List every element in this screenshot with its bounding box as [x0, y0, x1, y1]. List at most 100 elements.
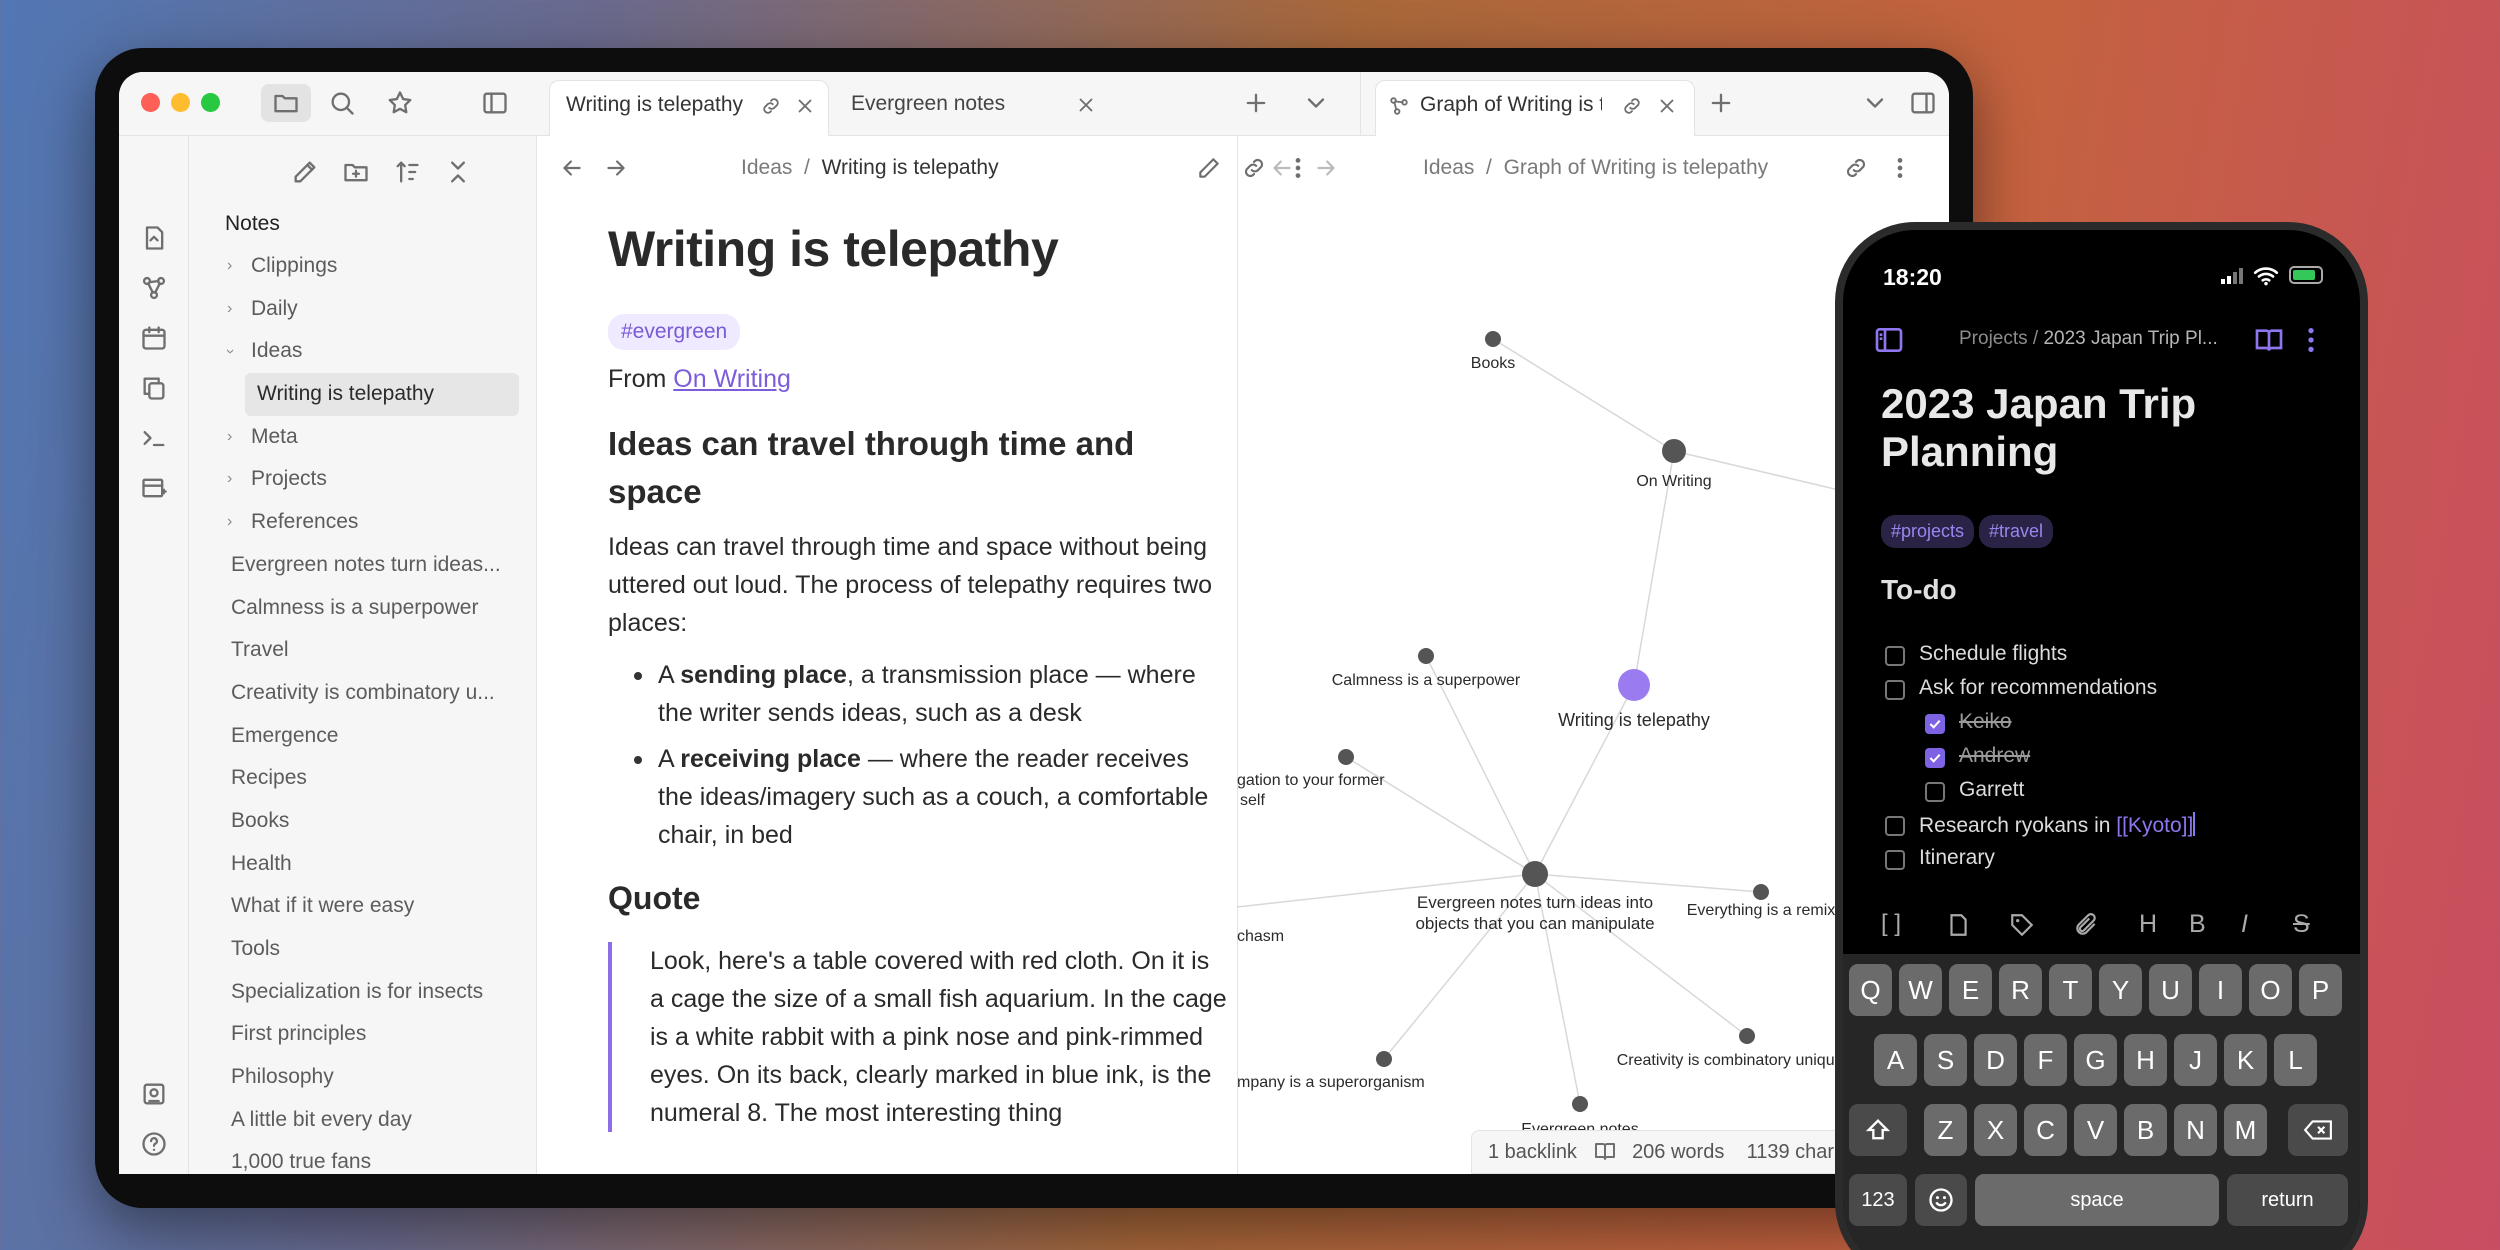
minimize-window-button[interactable] — [171, 93, 190, 112]
file-item[interactable]: First principles — [225, 1013, 530, 1056]
key[interactable]: Z — [1924, 1104, 1967, 1156]
reading-book-icon[interactable] — [1593, 1139, 1617, 1163]
kyoto-wikilink[interactable]: [[Kyoto]] — [2116, 814, 2193, 837]
graph-node[interactable] — [1739, 1028, 1755, 1044]
file-item[interactable]: What if it were easy — [225, 885, 530, 928]
file-item[interactable]: Recipes — [225, 757, 530, 800]
close-tab-icon[interactable] — [794, 95, 816, 117]
tab-list-chevron-icon[interactable] — [1861, 89, 1889, 117]
checkbox[interactable] — [1885, 646, 1905, 666]
key[interactable]: B — [2124, 1104, 2167, 1156]
key[interactable]: T — [2049, 964, 2092, 1016]
vault-name[interactable]: Notes — [225, 202, 530, 245]
todo-item-done[interactable]: Keiko — [1959, 710, 2012, 734]
back-arrow-icon[interactable] — [559, 155, 585, 181]
file-item[interactable]: Evergreen notes turn ideas... — [225, 544, 530, 587]
more-options-icon[interactable] — [2299, 324, 2323, 356]
projects-tag[interactable]: #projects — [1881, 515, 1975, 548]
key[interactable]: F — [2024, 1034, 2067, 1086]
link-icon[interactable] — [1241, 155, 1267, 181]
key[interactable]: N — [2174, 1104, 2217, 1156]
file-item[interactable]: Health — [225, 843, 530, 886]
note-title[interactable]: Writing is telepathy — [608, 214, 1228, 284]
note-editor[interactable]: Writing is telepathy #evergreen From On … — [608, 192, 1228, 1132]
shift-key[interactable] — [1849, 1104, 1907, 1156]
graph-node[interactable] — [1753, 884, 1769, 900]
key[interactable]: R — [1999, 964, 2042, 1016]
breadcrumb-folder[interactable]: Ideas — [741, 156, 792, 179]
canvas-icon[interactable] — [140, 474, 168, 502]
todo-item[interactable]: Itinerary — [1919, 846, 1995, 870]
folder-projects[interactable]: › Projects — [225, 458, 530, 501]
graph-node[interactable] — [1418, 648, 1434, 664]
file-item[interactable]: Calmness is a superpower — [225, 587, 530, 630]
key[interactable]: S — [1924, 1034, 1967, 1086]
folder-daily[interactable]: › Daily — [225, 288, 530, 331]
return-key[interactable]: return — [2227, 1174, 2348, 1226]
key[interactable]: I — [2199, 964, 2242, 1016]
todo-item[interactable]: Research ryokans in [[Kyoto]] — [1919, 812, 2196, 838]
numbers-key[interactable]: 123 — [1849, 1174, 1907, 1226]
link-icon[interactable] — [1843, 155, 1869, 181]
vault-switcher-icon[interactable] — [140, 1080, 168, 1108]
travel-tag[interactable]: #travel — [1979, 515, 2054, 548]
file-item[interactable]: Creativity is combinatory u... — [225, 672, 530, 715]
collapse-all-icon[interactable] — [444, 158, 472, 186]
todo-item[interactable]: Garrett — [1959, 778, 2024, 802]
graph-node-active[interactable] — [1618, 669, 1650, 701]
file-item[interactable]: Books — [225, 800, 530, 843]
key[interactable]: K — [2224, 1034, 2267, 1086]
right-sidebar-icon[interactable] — [1909, 89, 1937, 117]
forward-arrow-icon[interactable] — [603, 155, 629, 181]
bold-icon[interactable]: B — [2189, 910, 2206, 939]
new-note-icon[interactable] — [291, 158, 319, 186]
key[interactable]: D — [1974, 1034, 2017, 1086]
new-tab-icon[interactable] — [1242, 89, 1270, 117]
search-icon[interactable] — [328, 89, 356, 117]
folder-meta[interactable]: › Meta — [225, 416, 530, 459]
close-tab-icon[interactable] — [1656, 95, 1678, 117]
breadcrumb-folder[interactable]: Ideas — [1423, 156, 1474, 179]
key[interactable]: J — [2174, 1034, 2217, 1086]
breadcrumb-note[interactable]: Writing is telepathy — [822, 156, 999, 179]
calendar-icon[interactable] — [140, 324, 168, 352]
key[interactable]: E — [1949, 964, 1992, 1016]
graph-node[interactable] — [1662, 439, 1686, 463]
tab-list-chevron-icon[interactable] — [1302, 89, 1330, 117]
file-explorer-toggle[interactable] — [261, 84, 311, 122]
folder-clippings[interactable]: › Clippings — [225, 245, 530, 288]
key[interactable]: O — [2249, 964, 2292, 1016]
back-arrow-icon[interactable] — [1269, 155, 1295, 181]
checkbox[interactable] — [1885, 816, 1905, 836]
todo-item[interactable]: Ask for recommendations — [1919, 676, 2157, 700]
file-item[interactable]: 1,000 true fans — [225, 1141, 530, 1174]
tag-icon[interactable] — [2009, 912, 2035, 938]
new-tab-icon[interactable] — [1707, 89, 1735, 117]
checkbox[interactable] — [1885, 850, 1905, 870]
active-note-item[interactable]: Writing is telepathy — [245, 373, 519, 416]
star-icon[interactable] — [386, 89, 414, 117]
breadcrumb-note[interactable]: 2023 Japan Trip Pl... — [2043, 328, 2217, 349]
copy-icon[interactable] — [140, 374, 168, 402]
file-item[interactable]: Specialization is for insects — [225, 971, 530, 1014]
heading-icon[interactable]: H — [2139, 910, 2157, 939]
terminal-icon[interactable] — [140, 424, 168, 452]
sidebar-toggle-icon[interactable] — [1873, 324, 1905, 356]
file-item[interactable]: Tools — [225, 928, 530, 971]
file-item[interactable]: A little bit every day — [225, 1099, 530, 1142]
checkbox-checked[interactable] — [1925, 714, 1945, 734]
key[interactable]: G — [2074, 1034, 2117, 1086]
close-window-button[interactable] — [141, 93, 160, 112]
folder-ideas[interactable]: ›Ideas — [225, 330, 530, 373]
folder-references[interactable]: › References — [225, 501, 530, 544]
sort-icon[interactable] — [393, 158, 421, 186]
evergreen-tag[interactable]: #evergreen — [608, 314, 741, 350]
key[interactable]: Y — [2099, 964, 2142, 1016]
key[interactable]: V — [2074, 1104, 2117, 1156]
graph-node[interactable] — [1522, 861, 1548, 887]
key[interactable]: X — [1974, 1104, 2017, 1156]
key[interactable]: L — [2274, 1034, 2317, 1086]
graph-node[interactable] — [1338, 749, 1354, 765]
on-writing-link[interactable]: On Writing — [673, 365, 791, 393]
backspace-key[interactable] — [2288, 1104, 2348, 1156]
